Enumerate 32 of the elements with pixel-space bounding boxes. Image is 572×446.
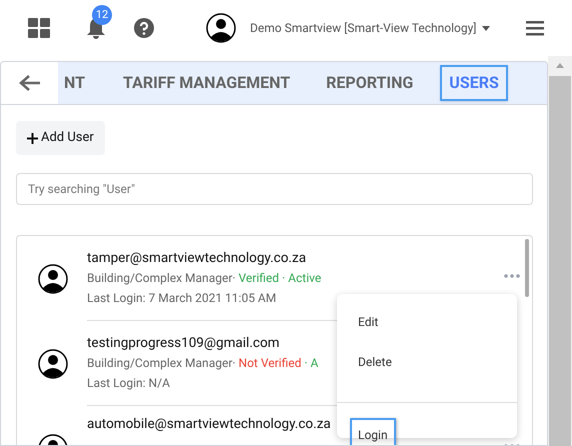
user-email: automobile@smartviewtechnology.co.za: [87, 415, 331, 434]
menu-icon[interactable]: [526, 20, 544, 36]
add-user-button[interactable]: Add User: [16, 121, 105, 155]
list-scrollbar-thumb: [525, 239, 529, 297]
user-email: tamper@smartviewtechnology.co.za: [87, 249, 306, 268]
verification-status: Verified: [238, 270, 280, 287]
account-menu[interactable]: Demo Smartview [Smart-View Technology]: [250, 19, 490, 37]
tab[interactable]: REPORTING: [317, 65, 422, 101]
user-role: Building/Complex Manager·: [87, 270, 236, 287]
help-icon[interactable]: [134, 18, 154, 38]
menu-item[interactable]: Delete: [350, 345, 400, 379]
menu-item[interactable]: Login: [350, 418, 396, 445]
last-login: Last Login: N/A: [87, 375, 171, 392]
avatar-icon: [38, 264, 68, 294]
back-arrow-icon: [18, 74, 40, 92]
user-role: Building/Complex Manager·: [87, 355, 236, 372]
grid-icon[interactable]: [28, 18, 50, 38]
search-field[interactable]: Try searching "User": [16, 173, 533, 205]
menu-item[interactable]: Edit: [350, 305, 386, 339]
last-login: Last Login: 7 March 2021 11:05 AM: [87, 290, 278, 307]
caret-icon: [482, 26, 490, 30]
active-status: · Active: [282, 270, 322, 287]
plus-icon: [27, 132, 38, 144]
tab[interactable]: NT: [55, 65, 94, 101]
tab[interactable]: TARIFF MANAGEMENT: [114, 65, 300, 101]
notification-badge: 12: [92, 5, 112, 25]
avatar-icon: [206, 13, 236, 43]
back-button[interactable]: [1, 62, 58, 104]
verification-status: Not Verified: [238, 355, 302, 372]
user-email: testingprogress109@gmail.com: [87, 334, 280, 353]
avatar-icon: [38, 348, 68, 378]
active-status: · A: [304, 355, 318, 372]
